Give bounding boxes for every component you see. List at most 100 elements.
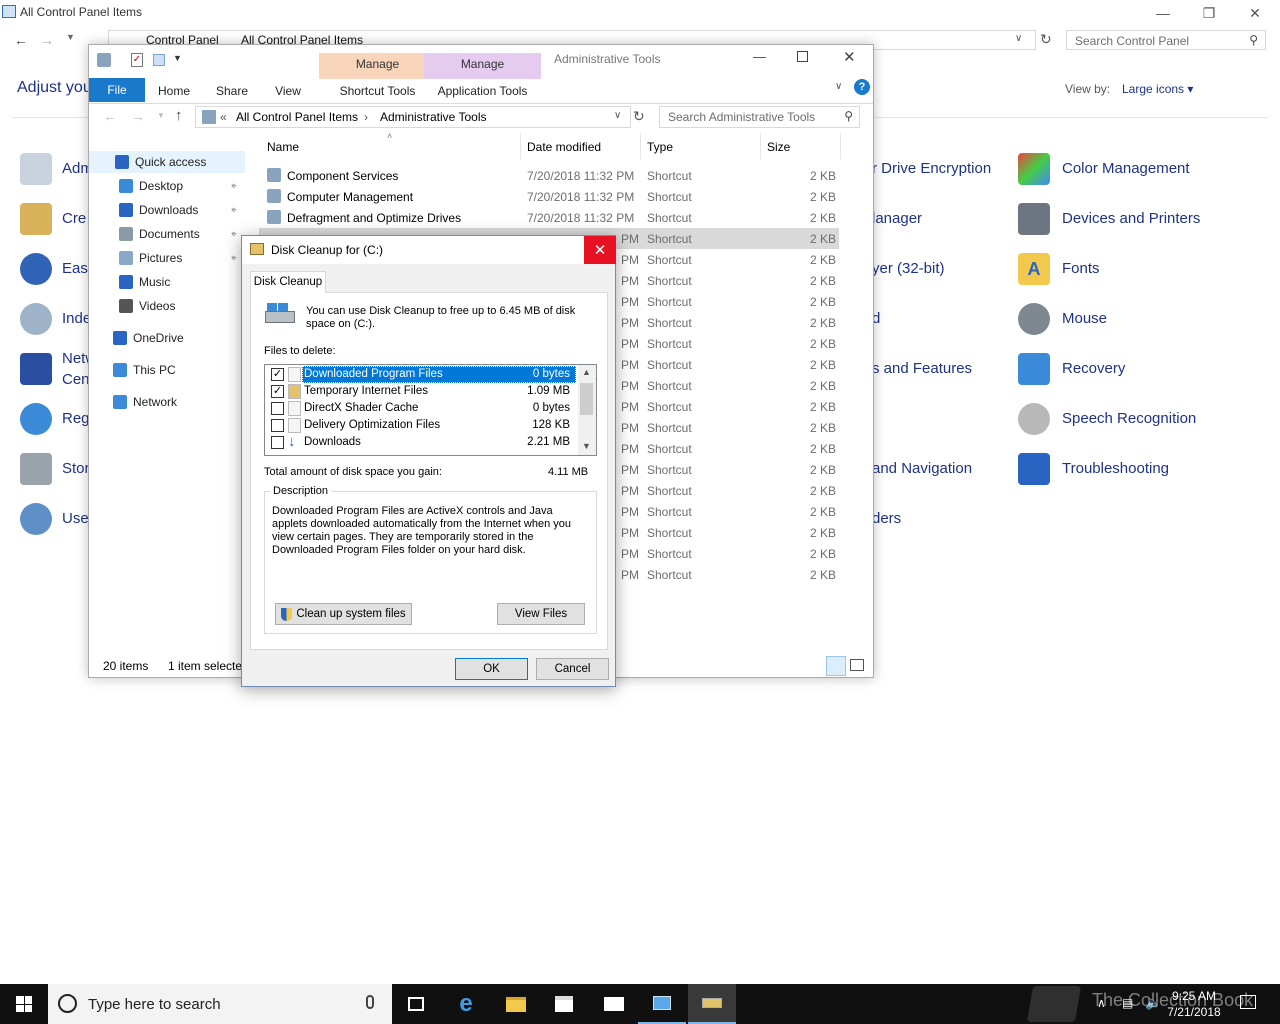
view-by-dropdown[interactable]: Large icons ▾ (1122, 82, 1193, 96)
nav-item-pictures[interactable]: Pictures ⌖ (89, 247, 245, 269)
cp-item-fonts[interactable]: Fonts (1062, 260, 1100, 277)
back-arrow-icon[interactable]: ← (14, 32, 28, 48)
checkbox[interactable]: ✓ (271, 385, 284, 398)
new-folder-icon[interactable] (153, 54, 165, 66)
nav-item-videos[interactable]: Videos (89, 295, 245, 317)
nav-item-documents[interactable]: Documents ⌖ (89, 223, 245, 245)
explorer-search-input[interactable]: Search Administrative Tools ⚲ (659, 106, 860, 128)
file-list-item[interactable]: DirectX Shader Cache 0 bytes (266, 400, 576, 417)
nav-item-onedrive[interactable]: OneDrive (89, 327, 245, 349)
nav-item-downloads[interactable]: Downloads ⌖ (89, 199, 245, 221)
files-list[interactable]: ✓ Downloaded Program Files 0 bytes ✓ Tempora… (264, 364, 597, 456)
column-size[interactable]: Size (767, 140, 790, 154)
help-icon[interactable]: ? (854, 79, 870, 95)
edge-icon[interactable]: e (442, 984, 490, 1024)
breadcrumb-all-items[interactable]: All Control Panel Items (236, 110, 358, 124)
task-view-icon[interactable] (392, 984, 440, 1024)
quick-access-toolbar-dropdown-icon[interactable]: ▼ (173, 53, 182, 63)
file-explorer-icon[interactable] (492, 984, 540, 1024)
dialog-close-button[interactable]: ✕ (584, 236, 616, 264)
explorer-forward-icon[interactable]: → (131, 108, 145, 124)
table-row[interactable]: Computer Management 7/20/2018 11:32 PM Sho… (259, 186, 839, 207)
pin-icon[interactable]: ⌖ (231, 205, 237, 216)
checkbox[interactable] (271, 436, 284, 449)
ok-button[interactable]: OK (455, 658, 528, 680)
clock[interactable]: 9:25 AM 7/21/2018 (1166, 988, 1222, 1020)
cp-item-mouse[interactable]: Mouse (1062, 310, 1107, 327)
tab-application-tools[interactable]: Application Tools (424, 79, 541, 103)
cp-item-troubleshooting[interactable]: Troubleshooting (1062, 460, 1169, 477)
nav-item-network[interactable]: Network (89, 391, 245, 413)
cp-item-speech[interactable]: Speech Recognition (1062, 410, 1196, 427)
control-panel-search-input[interactable]: Search Control Panel ⚲ (1066, 30, 1266, 50)
breadcrumb-admin-tools[interactable]: Administrative Tools (380, 110, 487, 124)
checkbox[interactable] (271, 419, 284, 432)
cp-item-region[interactable]: Reg (62, 410, 90, 427)
nav-item-music[interactable]: Music (89, 271, 245, 293)
explorer-refresh-icon[interactable]: ↻ (633, 108, 645, 125)
scroll-down-icon[interactable]: ▼ (582, 441, 591, 451)
cp-item-credential[interactable]: Cre (62, 210, 86, 227)
close-button[interactable]: ✕ (1232, 0, 1278, 26)
disk-cleanup-taskbar-icon[interactable] (688, 984, 736, 1024)
column-name[interactable]: Name (267, 140, 299, 154)
start-button[interactable] (0, 984, 48, 1024)
explorer-up-icon[interactable]: ↑ (175, 107, 183, 124)
scroll-thumb[interactable] (580, 383, 593, 415)
nav-item-this-pc[interactable]: This PC (89, 359, 245, 381)
tab-view[interactable]: View (263, 79, 313, 103)
cp-item-color-management[interactable]: Color Management (1062, 160, 1190, 177)
action-center-icon[interactable] (1240, 995, 1256, 1009)
address-dropdown-icon[interactable]: ∨ (1015, 33, 1022, 44)
tray-chevron-icon[interactable]: ∧ (1097, 996, 1106, 1010)
checkbox[interactable] (271, 402, 284, 415)
tab-file[interactable]: File (89, 78, 145, 102)
cp-item-programs[interactable]: s and Features (872, 360, 972, 377)
explorer-address-bar[interactable]: « All Control Panel Items › Administrati… (195, 106, 631, 128)
scroll-up-icon[interactable]: ▲ (582, 367, 591, 377)
cp-item-storage[interactable]: Stor (62, 460, 90, 477)
file-list-item[interactable]: ✓ Downloaded Program Files 0 bytes (266, 366, 576, 383)
pin-icon[interactable]: ⌖ (231, 181, 237, 192)
explorer-minimize-button[interactable]: — (753, 49, 766, 64)
table-row[interactable]: Defragment and Optimize Drives 7/20/2018 … (259, 207, 839, 228)
cp-item-devices-printers[interactable]: Devices and Printers (1062, 210, 1200, 227)
properties-icon[interactable]: ✓ (131, 53, 143, 67)
explorer-recent-icon[interactable]: ▼ (157, 111, 165, 120)
cp-item-network-line2[interactable]: Cen (62, 371, 90, 388)
file-list-item[interactable]: ✓ Temporary Internet Files 1.09 MB (266, 383, 576, 400)
cp-item-bitlocker[interactable]: r Drive Encryption (872, 160, 991, 177)
column-date[interactable]: Date modified (527, 140, 601, 154)
pin-icon[interactable]: ⌖ (231, 229, 237, 240)
explorer-maximize-button[interactable] (797, 51, 808, 62)
clean-up-system-files-button[interactable]: Clean up system files (275, 603, 412, 625)
restore-button[interactable]: ❐ (1186, 0, 1232, 26)
volume-icon[interactable]: 🔈 (1145, 995, 1161, 1011)
nav-item-desktop[interactable]: Desktop ⌖ (89, 175, 245, 197)
mail-icon[interactable] (590, 984, 638, 1024)
address-overflow-icon[interactable]: « (220, 110, 227, 124)
recent-chevron-icon[interactable]: ▼ (66, 32, 75, 42)
pin-icon[interactable]: ⌖ (231, 253, 237, 264)
tab-disk-cleanup[interactable]: Disk Cleanup (250, 271, 326, 293)
tab-share[interactable]: Share (207, 79, 257, 103)
nav-item-quick-access[interactable]: Quick access (89, 151, 245, 173)
ribbon-expand-icon[interactable]: ∨ (835, 81, 842, 92)
cp-item-work-folders[interactable]: ders (872, 510, 901, 527)
cp-item-users[interactable]: Use (62, 510, 89, 527)
view-files-button[interactable]: View Files (497, 603, 585, 625)
tab-home[interactable]: Home (149, 79, 199, 103)
cancel-button[interactable]: Cancel (536, 658, 609, 680)
refresh-icon[interactable]: ↻ (1040, 31, 1052, 48)
cp-item-flash-player[interactable]: yer (32-bit) (872, 260, 945, 277)
file-list-item[interactable]: Delivery Optimization Files 128 KB (266, 417, 576, 434)
list-scrollbar[interactable]: ▲ ▼ (578, 365, 596, 455)
tab-shortcut-tools[interactable]: Shortcut Tools (319, 79, 436, 103)
table-row[interactable]: Component Services 7/20/2018 11:32 PM Shor… (259, 165, 839, 186)
forward-arrow-icon[interactable]: → (40, 32, 54, 48)
file-list-item[interactable]: ↓ Downloads 2.21 MB (266, 434, 576, 451)
explorer-close-button[interactable]: ✕ (843, 48, 856, 66)
large-icons-view-icon[interactable] (850, 659, 864, 671)
cp-item-device-manager[interactable]: lanager (872, 210, 922, 227)
cp-item-recovery[interactable]: Recovery (1062, 360, 1125, 377)
